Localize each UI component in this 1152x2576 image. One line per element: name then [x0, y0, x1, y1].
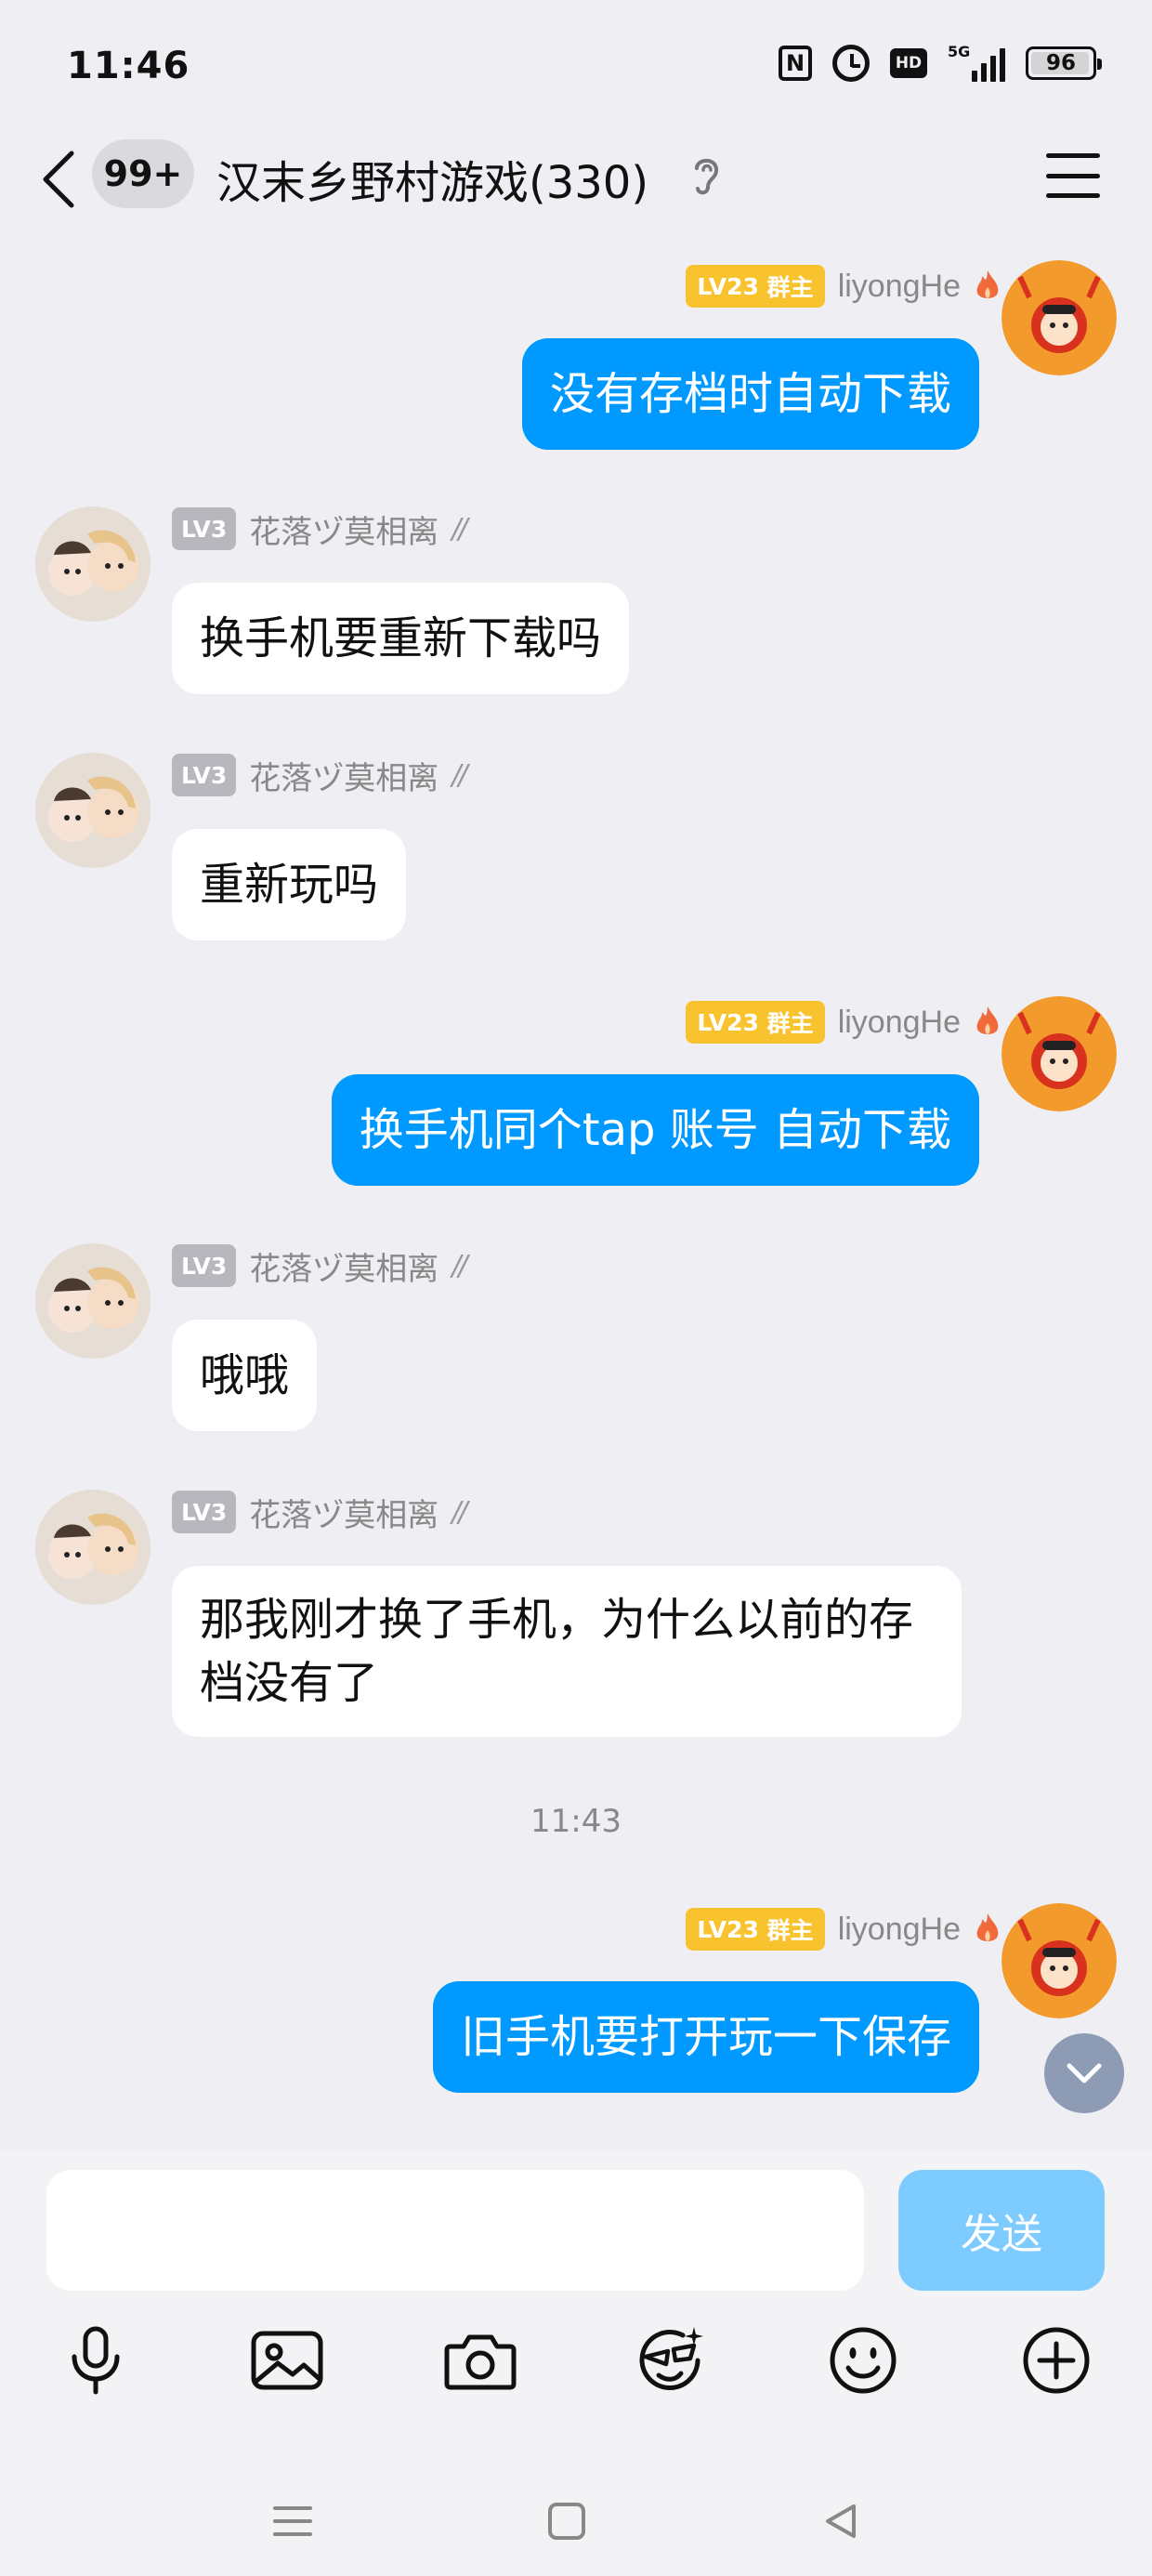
avatar[interactable] — [35, 506, 151, 622]
signal-icon: 5G — [948, 43, 1005, 82]
avatar[interactable] — [35, 1490, 151, 1605]
message-bubble[interactable]: 那我刚才换了手机，为什么以前的存档没有了 — [172, 1566, 962, 1737]
level-badge: LV23 群主 — [686, 1001, 825, 1044]
sender-name[interactable]: liyongHe — [838, 1005, 961, 1041]
level-badge: LV3 — [172, 507, 237, 550]
message-bubble[interactable]: 换手机要重新下载吗 — [172, 583, 630, 694]
back-arrow-icon — [43, 151, 74, 208]
back-nav-button[interactable] — [813, 2493, 869, 2549]
message-row: LV3 花落ヅ莫相离 // 哦哦 — [0, 1243, 1152, 1448]
sender-row: LV3 花落ヅ莫相离 // — [172, 753, 468, 798]
sender-row: LV23 群主 liyongHe — [686, 1907, 1001, 1952]
chevron-down-icon — [1067, 2063, 1102, 2083]
chat-header: 99+ 汉末乡野村游戏(330) — [0, 125, 1152, 237]
level-badge: LV3 — [172, 1244, 237, 1287]
composer-toolbar — [0, 2319, 1152, 2421]
level-badge: LV23 群主 — [686, 265, 825, 308]
message-row: LV3 花落ヅ莫相离 // 换手机要重新下载吗 — [0, 506, 1152, 711]
flame-icon — [976, 1006, 999, 1034]
emoji-icon — [830, 2327, 897, 2394]
status-bar: 11:46 N HD 5G 96 — [0, 0, 1152, 125]
sender-name[interactable]: 花落ヅ莫相离 — [249, 1243, 439, 1289]
more-button[interactable] — [1015, 2319, 1098, 2402]
home-nav-icon — [548, 2503, 585, 2540]
plus-icon — [1023, 2327, 1090, 2394]
sticker-button[interactable] — [628, 2319, 712, 2402]
sender-row: LV3 花落ヅ莫相离 // — [172, 1243, 468, 1289]
message-bubble[interactable]: 没有存档时自动下载 — [521, 338, 979, 450]
system-navbar — [0, 2467, 1152, 2576]
scroll-to-bottom-button[interactable] — [1044, 2033, 1124, 2113]
level-badge: LV23 群主 — [686, 1908, 825, 1951]
avatar[interactable] — [35, 1243, 151, 1359]
signature-mark-icon: // — [452, 1249, 467, 1282]
camera-button[interactable] — [439, 2319, 522, 2402]
home-nav-button[interactable] — [539, 2493, 595, 2549]
emoji-button[interactable] — [821, 2319, 905, 2402]
sender-row: LV3 花落ヅ莫相离 // — [172, 1490, 468, 1535]
battery-icon: 96 — [1026, 46, 1102, 80]
ear-icon[interactable] — [687, 151, 725, 198]
avatar[interactable] — [35, 753, 151, 868]
message-bubble[interactable]: 旧手机要打开玩一下保存 — [432, 1981, 979, 2093]
signature-mark-icon: // — [452, 1495, 467, 1529]
menu-nav-icon — [273, 2506, 312, 2536]
camera-icon — [444, 2334, 517, 2390]
timestamp: 11:43 — [530, 1803, 622, 1840]
message-bubble[interactable]: 重新玩吗 — [172, 829, 407, 940]
sender-name[interactable]: 花落ヅ莫相离 — [249, 506, 439, 552]
menu-icon — [1046, 153, 1100, 158]
composer: 发送 — [0, 2151, 1152, 2576]
image-button[interactable] — [245, 2319, 329, 2402]
message-bubble[interactable]: 换手机同个tap 账号 自动下载 — [331, 1074, 979, 1186]
message-input[interactable] — [46, 2170, 864, 2291]
level-badge: LV3 — [172, 1491, 237, 1533]
image-icon — [251, 2331, 323, 2390]
sender-name[interactable]: 花落ヅ莫相离 — [249, 1490, 439, 1535]
level-badge: LV3 — [172, 754, 237, 796]
message-row: LV3 花落ヅ莫相离 // 那我刚才换了手机，为什么以前的存档没有了 — [0, 1490, 1152, 1759]
status-time: 11:46 — [67, 45, 190, 87]
sender-row: LV23 群主 liyongHe — [686, 1000, 1001, 1045]
sticker-icon — [639, 2327, 703, 2390]
sender-name[interactable]: 花落ヅ莫相离 — [249, 753, 439, 798]
signature-mark-icon: // — [452, 512, 467, 545]
hd-icon: HD — [890, 48, 927, 78]
chat-title[interactable]: 汉末乡野村游戏(330) — [216, 146, 648, 211]
sender-name[interactable]: liyongHe — [838, 1912, 961, 1948]
back-nav-icon — [826, 2504, 856, 2538]
menu-button[interactable] — [1046, 153, 1100, 198]
status-icons: N HD 5G 96 — [779, 43, 1102, 82]
sender-name[interactable]: liyongHe — [838, 269, 961, 305]
sender-row: LV23 群主 liyongHe — [686, 264, 1001, 309]
voice-button[interactable] — [54, 2319, 137, 2402]
alarm-icon — [832, 45, 870, 82]
nfc-icon: N — [779, 46, 812, 81]
unread-badge[interactable]: 99+ — [92, 139, 194, 208]
flame-icon — [976, 1913, 999, 1941]
sender-row: LV3 花落ヅ莫相离 // — [172, 506, 468, 552]
battery-level: 96 — [1045, 51, 1076, 75]
message-bubble[interactable]: 哦哦 — [172, 1320, 318, 1431]
avatar[interactable] — [1001, 996, 1117, 1111]
message-row: LV23 群主 liyongHe 旧手机要打开玩一下保存 — [0, 1903, 1152, 2108]
flame-icon — [976, 270, 999, 298]
back-button[interactable] — [35, 144, 82, 215]
microphone-icon — [72, 2326, 120, 2395]
avatar[interactable] — [1001, 260, 1117, 375]
network-type: 5G — [948, 43, 971, 60]
signature-mark-icon: // — [452, 758, 467, 792]
message-row: LV23 群主 liyongHe 换手机同个tap 账号 自动下载 — [0, 996, 1152, 1201]
recents-nav-button[interactable] — [265, 2493, 321, 2549]
message-row: LV3 花落ヅ莫相离 // 重新玩吗 — [0, 753, 1152, 957]
message-row: LV23 群主 liyongHe 没有存档时自动下载 — [0, 260, 1152, 465]
send-button[interactable]: 发送 — [898, 2170, 1105, 2291]
avatar[interactable] — [1001, 1903, 1117, 2018]
